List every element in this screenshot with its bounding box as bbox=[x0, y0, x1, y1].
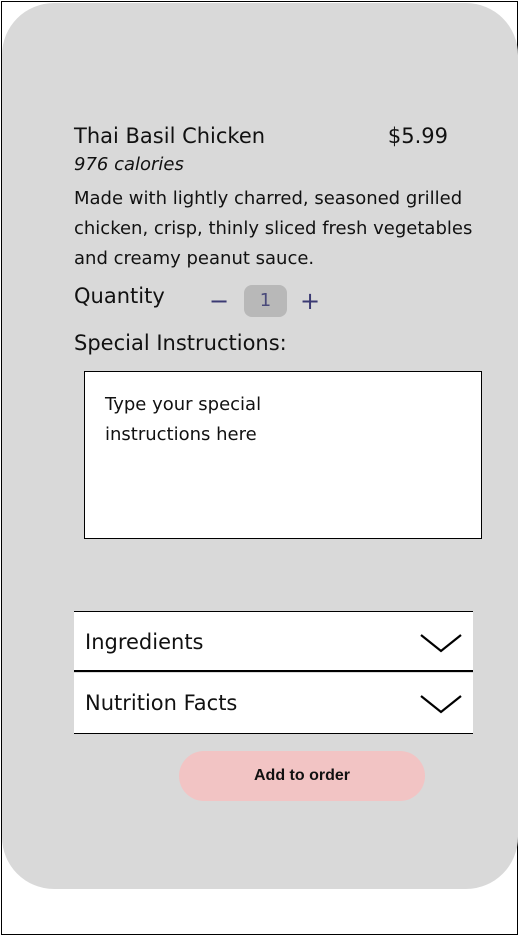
quantity-decrement-button[interactable]: − bbox=[207, 286, 231, 316]
special-instructions-label: Special Instructions: bbox=[74, 331, 287, 355]
item-price: $5.99 bbox=[387, 124, 448, 148]
ingredients-label: Ingredients bbox=[85, 630, 204, 654]
special-instructions-input[interactable]: Type your special instructions here bbox=[84, 371, 482, 539]
menu-item-card: Thai Basil Chicken $5.99 976 calories Ma… bbox=[2, 3, 518, 889]
chevron-down-icon bbox=[420, 634, 462, 653]
item-description: Made with lightly charred, seasoned gril… bbox=[74, 188, 473, 269]
special-instructions-placeholder: Type your special instructions here bbox=[105, 394, 262, 445]
chevron-down-icon bbox=[420, 695, 462, 714]
ingredients-accordion[interactable]: Ingredients bbox=[74, 611, 473, 672]
quantity-value[interactable]: 1 bbox=[244, 285, 287, 317]
quantity-increment-button[interactable]: + bbox=[298, 286, 322, 316]
nutrition-facts-label: Nutrition Facts bbox=[85, 691, 238, 715]
nutrition-facts-accordion[interactable]: Nutrition Facts bbox=[74, 673, 473, 734]
item-calories: 976 calories bbox=[74, 154, 184, 175]
add-to-order-button[interactable]: Add to order bbox=[179, 751, 425, 801]
quantity-label: Quantity bbox=[74, 284, 165, 308]
item-name: Thai Basil Chicken bbox=[74, 124, 266, 148]
